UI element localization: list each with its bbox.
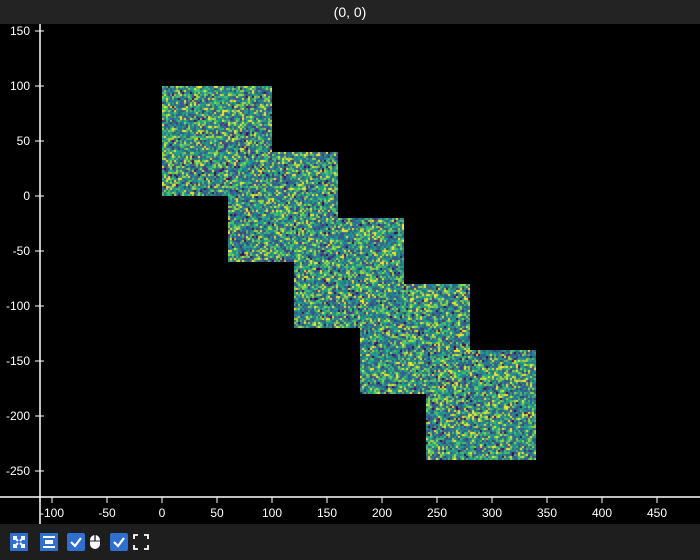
toggle-checkbox-2[interactable]: [110, 533, 128, 551]
checkbox-checked-icon: [67, 533, 85, 551]
heatmap-image-5: [426, 350, 536, 460]
coordinate-readout: (0, 0): [0, 0, 700, 24]
y-tick-label: -50: [13, 244, 31, 258]
y-tick-label: 150: [10, 24, 30, 38]
align-center-icon: [40, 533, 58, 551]
x-tick-label: -100: [40, 506, 64, 520]
fit-all-button[interactable]: [10, 533, 28, 551]
align-center-button[interactable]: [40, 533, 58, 551]
checkbox-checked-icon: [110, 533, 128, 551]
x-tick-label: 50: [210, 506, 224, 520]
y-tick-label: 0: [23, 189, 30, 203]
mouse-toggle[interactable]: [88, 533, 102, 551]
toggle-checkbox-1[interactable]: [67, 533, 85, 551]
x-tick-label: 450: [647, 506, 667, 520]
x-tick-label: 300: [482, 506, 502, 520]
fullscreen-icon: [133, 534, 149, 550]
x-tick-label: 250: [427, 506, 447, 520]
x-tick-label: 150: [317, 506, 337, 520]
fullscreen-button[interactable]: [132, 533, 150, 551]
plot-canvas[interactable]: -100 -50 0 50 100 150 200 250 300 350 400 450 150 100…: [0, 24, 700, 524]
y-tick-label: 100: [10, 79, 30, 93]
plot-area[interactable]: -100 -50 0 50 100 150 200 250 300 350 400 450 150 100…: [0, 24, 700, 524]
x-tick-label: 400: [592, 506, 612, 520]
x-tick-label: 200: [372, 506, 392, 520]
x-tick-label: 350: [537, 506, 557, 520]
y-tick-label: -100: [6, 299, 30, 313]
y-tick-label: 50: [17, 134, 31, 148]
y-tick-label: -150: [6, 354, 30, 368]
fit-all-icon: [10, 533, 28, 551]
x-tick-label: 100: [262, 506, 282, 520]
mouse-icon: [90, 535, 100, 549]
x-tick-label: -50: [98, 506, 116, 520]
x-tick-label: 0: [159, 506, 166, 520]
y-tick-label: -200: [6, 409, 30, 423]
y-tick-label: -250: [6, 464, 30, 478]
toolbar: [0, 524, 700, 560]
